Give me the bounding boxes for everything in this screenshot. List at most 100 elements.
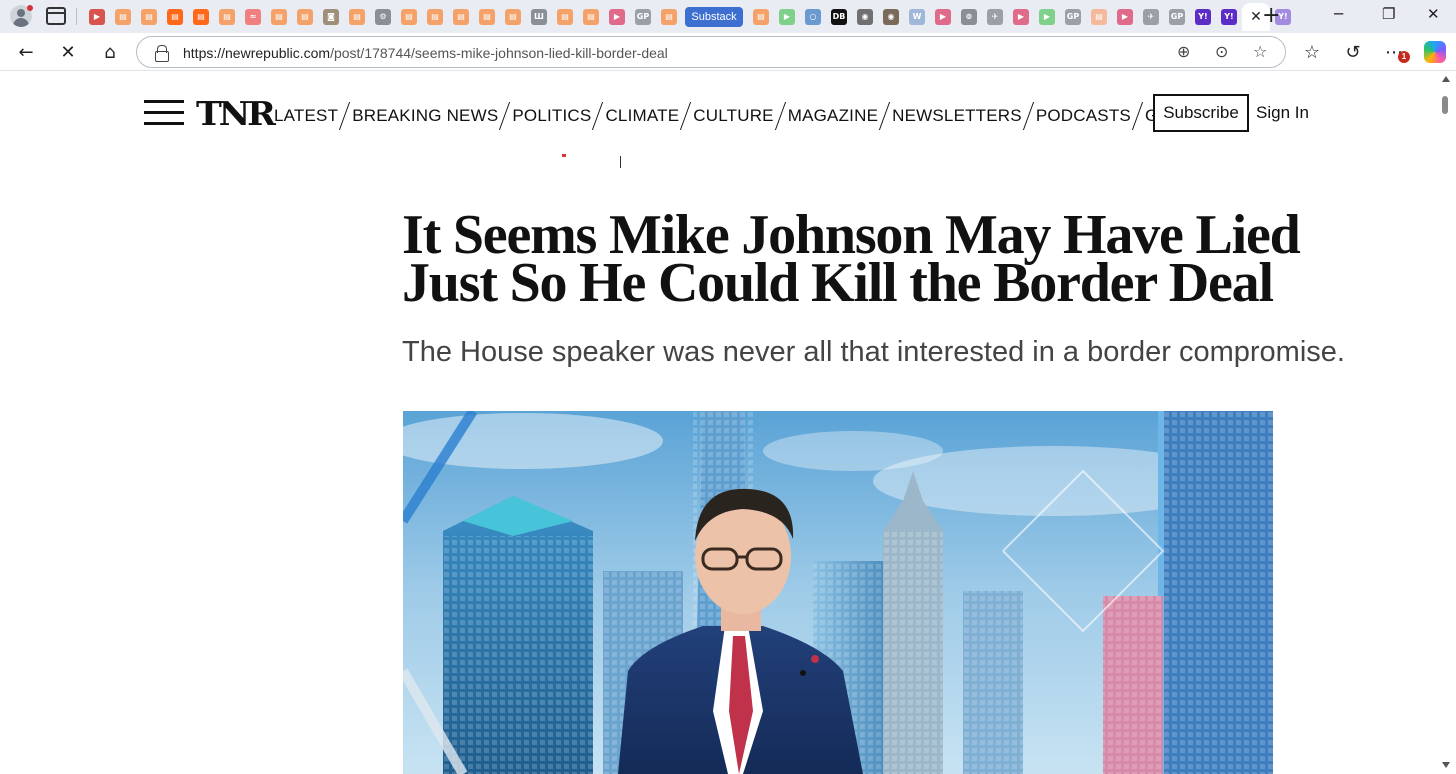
browser-tab[interactable]: Y! [1190,3,1216,31]
browser-toolbar: ← ✕ ⌂ https://newrepublic.com/post/17874… [0,33,1456,71]
browser-tab[interactable]: ▤ [656,3,682,31]
browser-tab[interactable]: ▤ [1086,3,1112,31]
tab-favicon-icon: ✈ [987,9,1003,25]
new-tab-button[interactable]: + [1262,5,1280,27]
browser-tab[interactable]: ▤ [136,3,162,31]
browser-tab[interactable]: ≈ [240,3,266,31]
text-cursor-mark [620,156,621,168]
browser-tab[interactable]: ▤ [474,3,500,31]
subscribe-button[interactable]: Subscribe [1153,94,1249,132]
nav-item-latest[interactable]: LATEST [274,106,338,126]
browser-tab[interactable]: ◙ [318,3,344,31]
browser-tab[interactable]: ▤ [214,3,240,31]
browser-tab[interactable]: GP [1164,3,1190,31]
browser-tab[interactable]: ▤ [344,3,370,31]
browser-tab[interactable]: DB [826,3,852,31]
browser-tab[interactable]: GP [630,3,656,31]
nav-item-magazine[interactable]: MAGAZINE [788,106,878,126]
nav-separator [339,102,351,130]
scroll-thumb[interactable] [1442,96,1448,114]
browser-tab[interactable]: ▶ [930,3,956,31]
browser-tab[interactable]: ▤ [552,3,578,31]
tab-favicon-icon: ◉ [883,9,899,25]
tab-favicon-icon: ≈ [245,9,261,25]
tab-favicon-icon: ▤ [453,9,469,25]
browser-tab[interactable]: ▶ [1008,3,1034,31]
tab-favicon-icon: ▶ [779,9,795,25]
tab-favicon-icon: Y! [1195,9,1211,25]
tab-favicon-icon: ▤ [349,9,365,25]
hamburger-menu-icon[interactable] [144,100,184,126]
browser-tab[interactable]: W [904,3,930,31]
nav-item-climate[interactable]: CLIMATE [605,106,679,126]
nav-item-politics[interactable]: POLITICS [512,106,591,126]
tab-favicon-icon: GP [1065,9,1081,25]
scroll-up-arrow-icon[interactable] [1442,76,1450,82]
browser-tab[interactable]: ▤ [422,3,448,31]
restore-icon[interactable]: ❐ [1382,5,1395,23]
favorites-list-icon[interactable]: ☆ [1300,40,1324,64]
address-bar[interactable]: https://newrepublic.com/post/178744/seem… [136,36,1286,68]
tab-list: ▶ ▤ ▤ ▤ ▤ ▤ ≈ ▤ ▤ ◙ ▤ ⚙ ▤ ▤ ▤ ▤ ▤ Ш ▤ ▤ ▶ GP ▤ Substack ▤ ▶ ○ DB ◉ ◉ W… [84,3,1291,31]
browser-tab[interactable]: ▤ [748,3,774,31]
home-icon[interactable]: ⌂ [98,40,122,64]
tab-favicon-icon: ▶ [89,9,105,25]
tab-favicon-icon: Y! [1221,9,1237,25]
tab-group-label[interactable]: Substack [685,7,743,27]
nav-separator [592,102,604,130]
favorite-star-icon[interactable]: ☆ [1253,42,1267,61]
browser-tab[interactable]: ✈ [1138,3,1164,31]
browser-tab[interactable]: ⚙ [370,3,396,31]
browser-tab[interactable]: ◉ [852,3,878,31]
browser-tab[interactable]: ▤ [266,3,292,31]
web-page: TNR LATEST BREAKING NEWS POLITICS CLIMATE CU… [4,72,1435,774]
browser-tab[interactable]: ⊚ [956,3,982,31]
history-icon[interactable]: ↺ [1341,40,1365,64]
nav-item-podcasts[interactable]: PODCASTS [1036,106,1131,126]
vertical-scrollbar[interactable] [1437,72,1456,774]
copilot-icon[interactable] [1424,41,1446,63]
browser-tab[interactable]: ▶ [84,3,110,31]
reading-mode-icon[interactable]: ⊙ [1215,42,1228,61]
browser-tab[interactable]: ▤ [578,3,604,31]
tab-favicon-icon: ▶ [1013,9,1029,25]
back-arrow-icon[interactable]: ← [14,40,38,64]
browser-tab[interactable]: ▶ [774,3,800,31]
browser-tab[interactable]: ○ [800,3,826,31]
browser-tab[interactable]: ▶ [1034,3,1060,31]
browser-tab[interactable]: ▤ [110,3,136,31]
browser-tab[interactable]: ▤ [396,3,422,31]
browser-tab[interactable]: ▶ [1112,3,1138,31]
browser-tab[interactable]: ◉ [878,3,904,31]
browser-tab[interactable]: GP [1060,3,1086,31]
scroll-down-arrow-icon[interactable] [1442,762,1450,768]
close-window-icon[interactable]: ✕ [1427,5,1440,23]
nav-item-culture[interactable]: CULTURE [693,106,773,126]
lock-icon[interactable] [155,45,169,62]
nav-item-breaking-news[interactable]: BREAKING NEWS [352,106,498,126]
sign-in-link[interactable]: Sign In [1256,103,1309,123]
browser-tab[interactable]: ▶ [604,3,630,31]
browser-tab[interactable]: Ш [526,3,552,31]
browser-tab[interactable]: ▤ [500,3,526,31]
tab-favicon-icon: ▤ [1091,9,1107,25]
minimize-icon[interactable]: ─ [1334,5,1343,23]
tab-favicon-icon: ⊚ [961,9,977,25]
browser-tab[interactable]: ✈ [982,3,1008,31]
browser-tab[interactable]: ▤ [162,3,188,31]
zoom-icon[interactable]: ⊕ [1177,42,1190,61]
nav-item-newsletters[interactable]: NEWSLETTERS [892,106,1022,126]
stop-loading-icon[interactable]: ✕ [56,40,80,64]
nav-separator [499,102,511,130]
url-path: /post/178744/seems-mike-johnson-lied-kil… [330,45,668,61]
tab-favicon-icon: ▶ [609,9,625,25]
nav-separator [879,102,891,130]
url-text[interactable]: https://newrepublic.com/post/178744/seem… [183,45,668,61]
site-logo[interactable]: TNR [196,94,276,133]
browser-tab[interactable]: ▤ [448,3,474,31]
close-tab-icon[interactable]: ✕ [1250,9,1262,25]
tab-actions-icon[interactable] [46,7,66,25]
browser-tab[interactable]: ▤ [188,3,214,31]
browser-tab[interactable]: Y! [1216,3,1242,31]
browser-tab[interactable]: ▤ [292,3,318,31]
